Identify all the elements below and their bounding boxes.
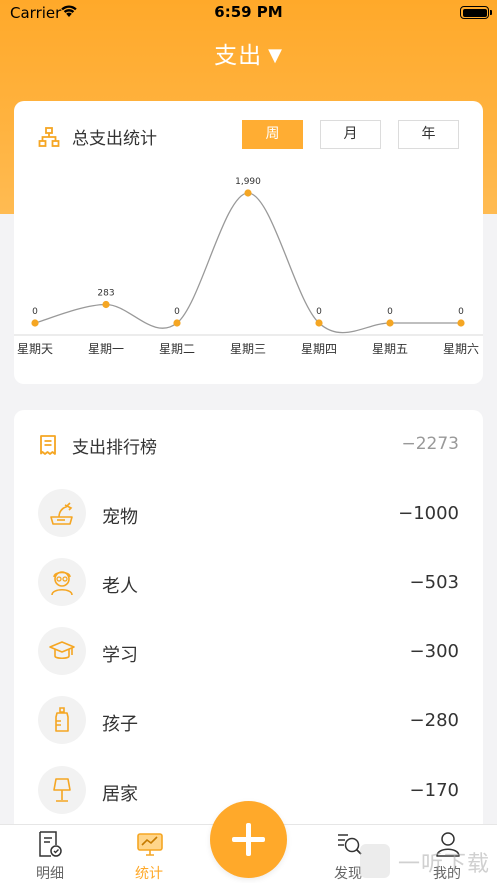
ranking-total: −2273 [401,434,459,454]
data-label: 0 [32,307,38,317]
data-label: 1,990 [235,177,261,187]
tab-year[interactable]: 年 [398,120,459,149]
data-label: 0 [174,307,180,317]
tab-week[interactable]: 周 [242,120,303,149]
ranking-item-study[interactable]: 学习 −300 [14,621,483,681]
x-tick-label: 星期四 [301,342,337,356]
data-point [244,189,252,197]
data-point [173,319,181,327]
add-record-button[interactable] [210,801,287,878]
ranking-item-pet[interactable]: 宠物 −1000 [14,483,483,543]
pet-icon [38,489,86,537]
data-label: 283 [97,289,114,299]
data-point [102,300,110,309]
ranking-item-name: 宠物 [102,507,138,528]
data-label: 0 [458,307,464,317]
clock: 6:59 PM [214,3,283,21]
tab-details[interactable]: 明细 [10,825,90,883]
ranking-title: 支出排行榜 [72,438,157,458]
tab-statistics[interactable]: 统计 [109,825,189,883]
baby-bottle-icon [38,696,86,744]
x-tick-label: 星期天 [17,342,53,356]
summary-card: 总支出统计 周 月 年 0 星期天 283 星期一 0 星期二 1,990 星期三 0 星期四 0 星… [14,101,483,384]
x-tick-label: 星期六 [443,342,479,356]
tab-label: 明细 [36,866,64,882]
ranking-item-elder[interactable]: 老人 −503 [14,552,483,612]
x-tick-label: 星期五 [372,342,408,356]
ranking-item-name: 学习 [102,645,138,666]
data-point [31,319,39,327]
elder-icon [38,558,86,606]
battery-icon [460,6,492,19]
ranking-card: 支出排行榜 −2273 宠物 −1000 老人 −503 学习 −300 孩子 … [14,410,483,830]
x-tick-label: 星期三 [230,342,266,356]
data-point [386,319,394,327]
receipt-icon [40,435,56,455]
tab-month[interactable]: 月 [320,120,381,149]
ranking-item-name: 居家 [102,784,138,805]
status-bar: Carrier 6:59 PM [0,0,497,26]
ranking-item-amount: −300 [409,641,459,662]
ranking-item-amount: −503 [409,572,459,593]
org-chart-icon [38,127,60,147]
tab-label: 统计 [135,866,163,882]
bill-icon [39,831,62,857]
weekly-expense-chart: 0 星期天 283 星期一 0 星期二 1,990 星期三 0 星期四 0 星期五 0 星期六 [14,177,483,356]
ranking-item-name: 孩子 [102,714,138,735]
ranking-item-amount: −280 [409,710,459,731]
summary-title: 总支出统计 [72,129,157,149]
lamp-icon [38,766,86,814]
nav-title: 支出 [214,43,263,69]
x-tick-label: 星期二 [159,342,195,356]
chart-monitor-icon [137,833,163,856]
x-tick-label: 星期一 [88,342,124,356]
data-label: 0 [316,307,322,317]
ranking-item-amount: −170 [409,780,459,801]
type-selector[interactable]: 支出 ▼ [0,36,497,70]
series-line [34,192,461,334]
graduation-cap-icon [38,627,86,675]
watermark-text: 一听下载 [398,852,491,877]
data-label: 0 [387,307,393,317]
ranking-item-child[interactable]: 孩子 −280 [14,690,483,750]
data-point [315,319,323,327]
ranking-item-amount: −1000 [398,503,459,524]
dropdown-arrow-icon: ▼ [268,45,283,66]
search-doc-icon [338,834,362,855]
ranking-item-name: 老人 [102,576,138,597]
data-point [457,319,465,327]
